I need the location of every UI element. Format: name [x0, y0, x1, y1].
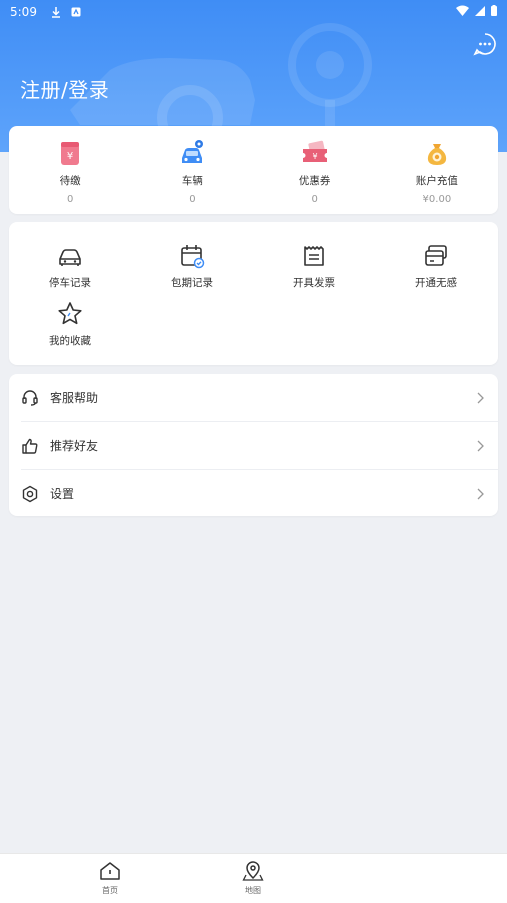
headset-icon: [22, 389, 38, 406]
menu-card: 客服帮助 推荐好友 设置: [9, 374, 498, 516]
battery-icon: [491, 5, 497, 19]
func-label: 我的收藏: [49, 335, 91, 347]
tab-label: 首页: [102, 886, 118, 895]
message-button[interactable]: [472, 31, 498, 57]
bottom-tab-bar: 首页 地图: [0, 853, 507, 903]
download-icon: [51, 6, 61, 18]
tab-home[interactable]: 首页: [80, 860, 140, 896]
chevron-right-icon: [477, 392, 484, 403]
login-register-link[interactable]: 注册/登录: [20, 74, 109, 103]
card-icon: [425, 245, 447, 266]
menu-recommend-friends[interactable]: 推荐好友: [9, 422, 498, 469]
chevron-right-icon: [477, 440, 484, 451]
func-label: 开通无感: [415, 277, 457, 289]
menu-label: 设置: [50, 487, 75, 501]
stat-vehicle[interactable]: 车辆 0: [131, 126, 253, 214]
tab-label: 地图: [245, 886, 261, 895]
func-issue-invoice[interactable]: 开具发票: [264, 242, 364, 290]
stat-label: 账户充值: [415, 175, 458, 187]
home-icon: [100, 862, 120, 880]
menu-label: 客服帮助: [50, 391, 99, 405]
wifi-icon: [456, 5, 469, 19]
stat-recharge[interactable]: 账户充值 ¥0.00: [376, 126, 498, 214]
func-label: 停车记录: [49, 277, 91, 289]
chat-bubble-icon: [473, 33, 496, 56]
stat-coupon[interactable]: ¥ 优惠券 0: [254, 126, 376, 214]
stat-label: 优惠券: [298, 175, 331, 187]
stat-label: 车辆: [181, 175, 203, 187]
chevron-right-icon: [477, 488, 484, 499]
func-label: 开具发票: [293, 277, 335, 289]
coupon-icon: ¥: [302, 140, 327, 162]
status-bar: 5:09: [0, 0, 507, 24]
gear-icon: [22, 485, 38, 502]
menu-customer-service[interactable]: 客服帮助: [9, 374, 498, 421]
func-label: 包期记录: [171, 277, 213, 289]
thumbs-up-icon: [22, 438, 38, 454]
func-favorites[interactable]: 我的收藏: [20, 300, 120, 348]
menu-label: 推荐好友: [50, 439, 99, 453]
stat-value: 0: [66, 194, 74, 205]
functions-card: 停车记录 包期记录 开具发票 开通无感 我的收藏: [9, 222, 498, 365]
stat-value: 0: [189, 194, 196, 205]
svg-text:¥: ¥: [312, 152, 317, 161]
func-parking-records[interactable]: 停车记录: [20, 242, 120, 290]
notification-app-icon: [71, 7, 81, 17]
money-bag-icon: [427, 144, 446, 165]
star-icon: [58, 302, 82, 325]
svg-text:¥: ¥: [67, 151, 73, 162]
car-outline-icon: [59, 249, 81, 266]
menu-settings[interactable]: 设置: [9, 470, 498, 517]
invoice-icon: [304, 246, 324, 266]
stat-value: ¥0.00: [422, 194, 452, 205]
func-period-records[interactable]: 包期记录: [142, 242, 242, 290]
stat-pending-payment[interactable]: ¥ 待缴 0: [9, 126, 131, 214]
signal-icon: [475, 5, 485, 19]
tab-map[interactable]: 地图: [223, 860, 283, 896]
map-pin-icon: [242, 861, 264, 881]
vehicle-icon: [182, 140, 204, 163]
stat-value: 0: [311, 194, 318, 205]
pending-payment-icon: ¥: [61, 142, 80, 165]
func-contactless-pay[interactable]: 开通无感: [386, 242, 486, 290]
calendar-icon: [181, 245, 205, 269]
status-time: 5:09: [10, 5, 37, 19]
stat-label: 待缴: [59, 175, 81, 187]
account-stats-card: ¥ 待缴 0 车辆 0 ¥ 优惠券 0 账户充值 ¥0.00: [9, 126, 498, 214]
